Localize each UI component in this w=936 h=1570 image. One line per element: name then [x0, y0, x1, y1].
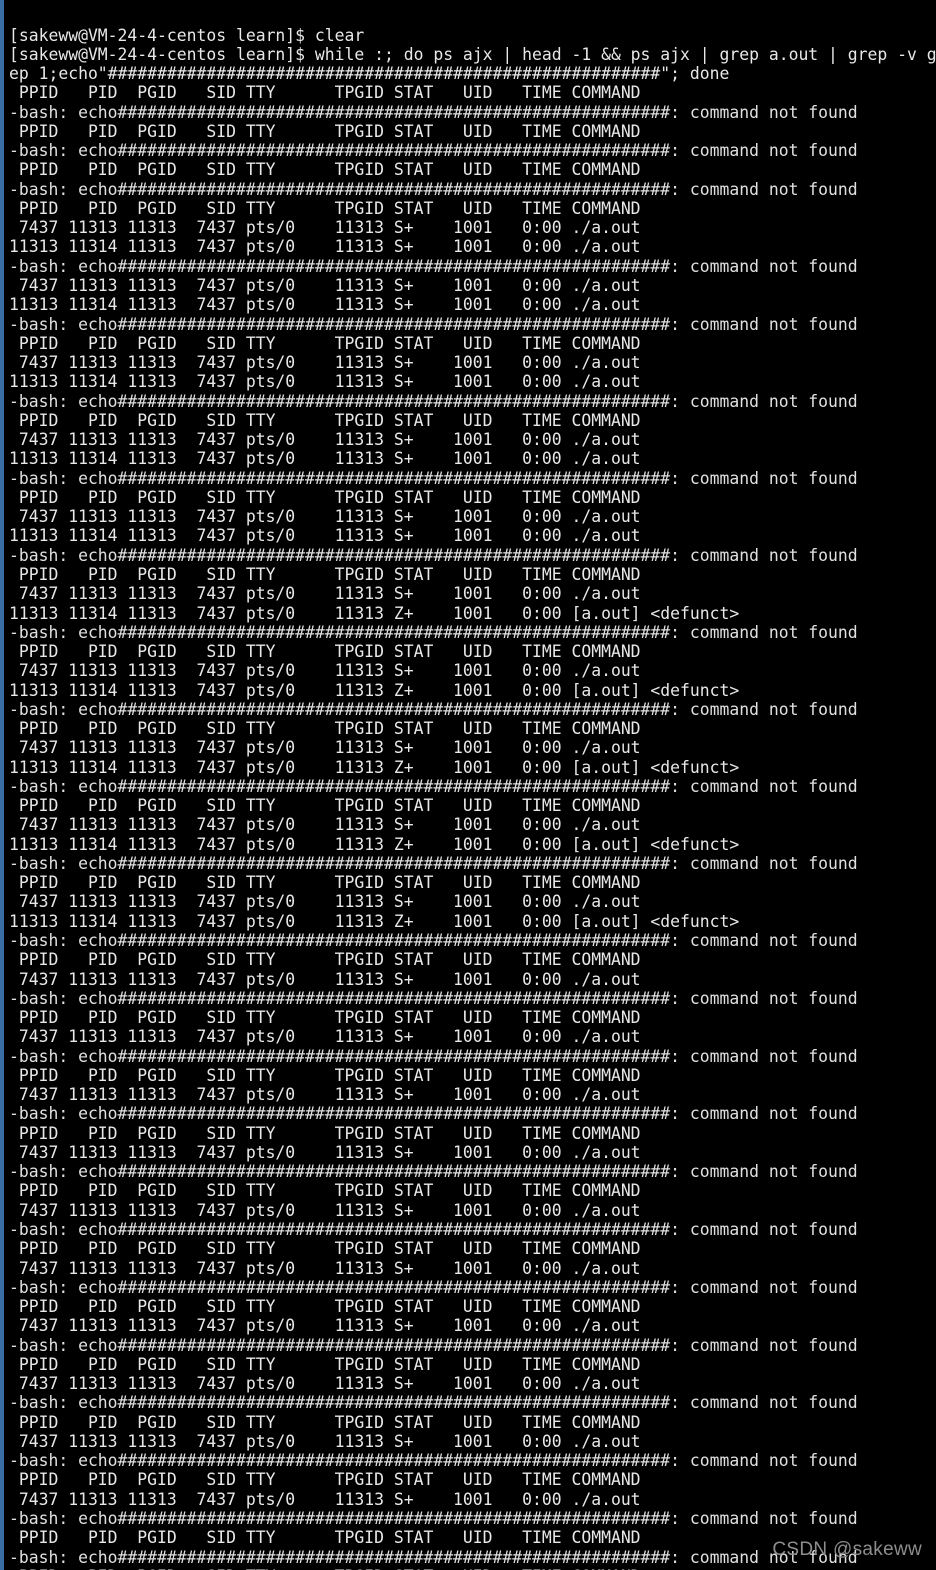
terminal-command-wrap-line: ep 1;echo"##############################…	[9, 64, 730, 84]
ps-process-row: 7437 11313 11313 7437 pts/0 11313 S+ 100…	[9, 507, 641, 527]
shell-error-line: -bash: echo#############################…	[9, 1277, 858, 1297]
ps-process-row: 11313 11314 11313 7437 pts/0 11313 S+ 10…	[9, 295, 641, 315]
shell-error-line: -bash: echo#############################…	[9, 141, 858, 161]
ps-process-row: 7437 11313 11313 7437 pts/0 11313 S+ 100…	[9, 1200, 641, 1220]
watermark-label: CSDN @sakeww	[772, 1539, 922, 1560]
ps-process-row: 11313 11314 11313 7437 pts/0 11313 Z+ 10…	[9, 680, 740, 700]
ps-process-row: 7437 11313 11313 7437 pts/0 11313 S+ 100…	[9, 1027, 641, 1047]
ps-header-row: PPID PID PGID SID TTY TPGID STAT UID TIM…	[9, 1470, 641, 1490]
ps-process-row: 11313 11314 11313 7437 pts/0 11313 S+ 10…	[9, 526, 641, 546]
shell-error-line: -bash: echo#############################…	[9, 1104, 858, 1124]
shell-error-line: -bash: echo#############################…	[9, 545, 858, 565]
ps-process-row: 11313 11314 11313 7437 pts/0 11313 S+ 10…	[9, 372, 641, 392]
ps-header-row: PPID PID PGID SID TTY TPGID STAT UID TIM…	[9, 564, 641, 584]
shell-error-line: -bash: echo#############################…	[9, 853, 858, 873]
ps-header-row: PPID PID PGID SID TTY TPGID STAT UID TIM…	[9, 333, 641, 353]
ps-process-row: 11313 11314 11313 7437 pts/0 11313 Z+ 10…	[9, 757, 740, 777]
shell-error-line: -bash: echo#############################…	[9, 256, 858, 276]
ps-header-row: PPID PID PGID SID TTY TPGID STAT UID TIM…	[9, 121, 641, 141]
terminal-command-line: [sakeww@VM-24-4-centos learn]$ clear	[9, 25, 365, 45]
ps-header-row: PPID PID PGID SID TTY TPGID STAT UID TIM…	[9, 873, 641, 893]
ps-process-row: 11313 11314 11313 7437 pts/0 11313 Z+ 10…	[9, 834, 740, 854]
ps-process-row: 7437 11313 11313 7437 pts/0 11313 S+ 100…	[9, 430, 641, 450]
ps-process-row: 7437 11313 11313 7437 pts/0 11313 S+ 100…	[9, 1085, 641, 1105]
ps-process-row: 7437 11313 11313 7437 pts/0 11313 S+ 100…	[9, 1142, 641, 1162]
ps-process-row: 7437 11313 11313 7437 pts/0 11313 S+ 100…	[9, 738, 641, 758]
ps-process-row: 7437 11313 11313 7437 pts/0 11313 S+ 100…	[9, 815, 641, 835]
shell-error-line: -bash: echo#############################…	[9, 468, 858, 488]
ps-header-row: PPID PID PGID SID TTY TPGID STAT UID TIM…	[9, 950, 641, 970]
ps-header-row: PPID PID PGID SID TTY TPGID STAT UID TIM…	[9, 1412, 641, 1432]
shell-error-line: -bash: echo#############################…	[9, 1335, 858, 1355]
shell-error-line: -bash: echo#############################…	[9, 988, 858, 1008]
ps-process-row: 11313 11314 11313 7437 pts/0 11313 Z+ 10…	[9, 911, 740, 931]
ps-header-row: PPID PID PGID SID TTY TPGID STAT UID TIM…	[9, 1065, 641, 1085]
ps-process-row: 7437 11313 11313 7437 pts/0 11313 S+ 100…	[9, 1374, 641, 1394]
shell-error-line: -bash: echo#############################…	[9, 1508, 858, 1528]
shell-error-line: -bash: echo#############################…	[9, 699, 858, 719]
ps-header-row: PPID PID PGID SID TTY TPGID STAT UID TIM…	[9, 160, 641, 180]
ps-header-row: PPID PID PGID SID TTY TPGID STAT UID TIM…	[9, 1123, 641, 1143]
ps-header-row: PPID PID PGID SID TTY TPGID STAT UID TIM…	[9, 642, 641, 662]
ps-process-row: 7437 11313 11313 7437 pts/0 11313 S+ 100…	[9, 1316, 641, 1336]
ps-header-row: PPID PID PGID SID TTY TPGID STAT UID TIM…	[9, 198, 641, 218]
ps-header-row: PPID PID PGID SID TTY TPGID STAT UID TIM…	[9, 1239, 641, 1259]
shell-error-line: -bash: echo#############################…	[9, 931, 858, 951]
ps-header-row: PPID PID PGID SID TTY TPGID STAT UID TIM…	[9, 719, 641, 739]
ps-process-row: 7437 11313 11313 7437 pts/0 11313 S+ 100…	[9, 892, 641, 912]
ps-process-row: 11313 11314 11313 7437 pts/0 11313 S+ 10…	[9, 449, 641, 469]
shell-error-line: -bash: echo#############################…	[9, 179, 858, 199]
terminal-window[interactable]: [sakeww@VM-24-4-centos learn]$ clear [sak…	[0, 0, 936, 1570]
ps-header-row: PPID PID PGID SID TTY TPGID STAT UID TIM…	[9, 1008, 641, 1028]
ps-header-row: PPID PID PGID SID TTY TPGID STAT UID TIM…	[9, 83, 641, 103]
ps-process-row: 7437 11313 11313 7437 pts/0 11313 S+ 100…	[9, 353, 641, 373]
ps-process-row: 7437 11313 11313 7437 pts/0 11313 S+ 100…	[9, 969, 641, 989]
ps-process-row: 7437 11313 11313 7437 pts/0 11313 S+ 100…	[9, 275, 641, 295]
shell-error-line: -bash: echo#############################…	[9, 1393, 858, 1413]
ps-process-row: 7437 11313 11313 7437 pts/0 11313 S+ 100…	[9, 661, 641, 681]
ps-process-row: 7437 11313 11313 7437 pts/0 11313 S+ 100…	[9, 1489, 641, 1509]
shell-error-line: -bash: echo#############################…	[9, 622, 858, 642]
ps-header-row: PPID PID PGID SID TTY TPGID STAT UID TIM…	[9, 487, 641, 507]
ps-header-row: PPID PID PGID SID TTY TPGID STAT UID TIM…	[9, 1181, 641, 1201]
ps-header-row: PPID PID PGID SID TTY TPGID STAT UID TIM…	[9, 1297, 641, 1317]
ps-header-row: PPID PID PGID SID TTY TPGID STAT UID TIM…	[9, 410, 641, 430]
ps-process-row: 7437 11313 11313 7437 pts/0 11313 S+ 100…	[9, 584, 641, 604]
shell-error-line: -bash: echo#############################…	[9, 776, 858, 796]
terminal-command-line: [sakeww@VM-24-4-centos learn]$ while :; …	[9, 44, 936, 64]
ps-header-row: PPID PID PGID SID TTY TPGID STAT UID TIM…	[9, 796, 641, 816]
shell-error-line: -bash: echo#############################…	[9, 1046, 858, 1066]
ps-process-row: 7437 11313 11313 7437 pts/0 11313 S+ 100…	[9, 1258, 641, 1278]
shell-error-line: -bash: echo#############################…	[9, 1451, 858, 1471]
terminal-screen[interactable]: [sakeww@VM-24-4-centos learn]$ clear [sak…	[4, 0, 936, 1570]
shell-error-line: -bash: echo#############################…	[9, 314, 858, 334]
ps-process-row: 11313 11314 11313 7437 pts/0 11313 S+ 10…	[9, 237, 641, 257]
shell-error-line: -bash: echo#############################…	[9, 1220, 858, 1239]
terminal-scrollback: [sakeww@VM-24-4-centos learn]$ clear [sak…	[9, 26, 936, 1570]
ps-header-row: PPID PID PGID SID TTY TPGID STAT UID TIM…	[9, 1354, 641, 1374]
ps-process-row: 7437 11313 11313 7437 pts/0 11313 S+ 100…	[9, 218, 641, 238]
ps-process-row: 11313 11314 11313 7437 pts/0 11313 Z+ 10…	[9, 603, 740, 623]
shell-error-line: -bash: echo#############################…	[9, 1162, 858, 1182]
shell-error-line: -bash: echo#############################…	[9, 391, 858, 411]
shell-error-line: -bash: echo#############################…	[9, 102, 858, 122]
ps-process-row: 7437 11313 11313 7437 pts/0 11313 S+ 100…	[9, 1431, 641, 1451]
